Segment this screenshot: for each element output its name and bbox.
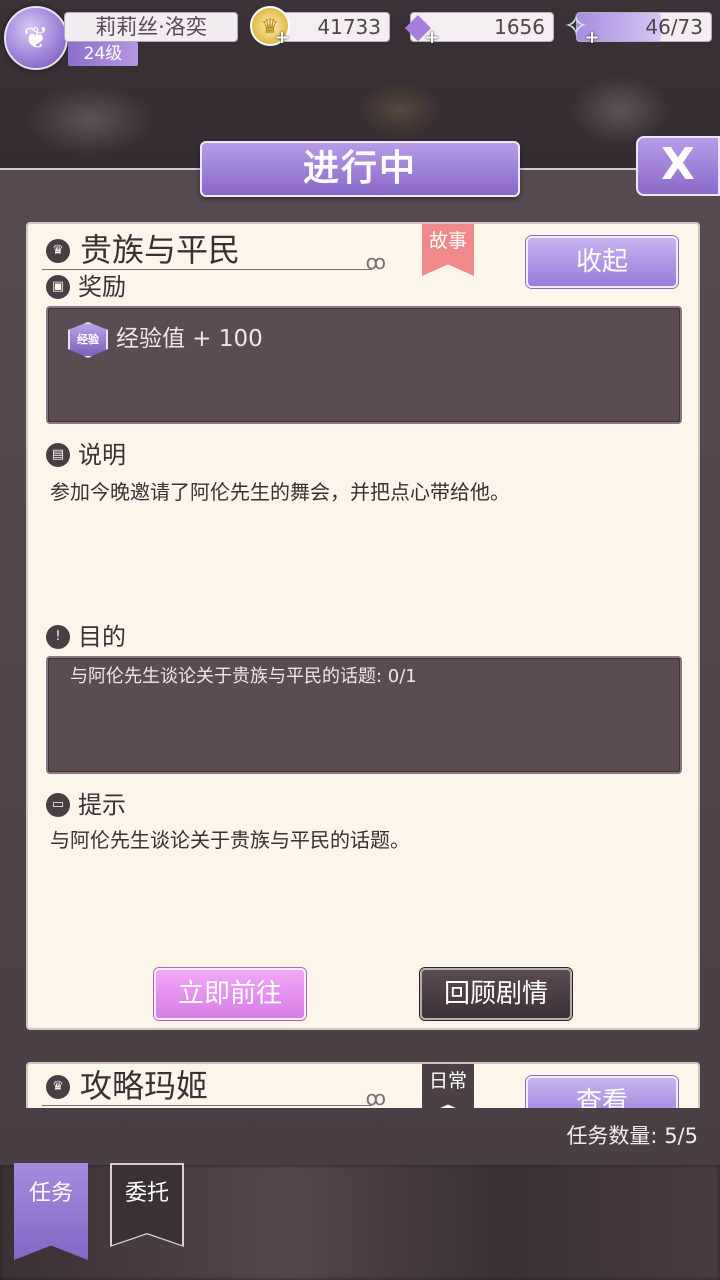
exp-badge-icon: 经验	[68, 322, 108, 358]
task-count: 任务数量: 5/5	[566, 1124, 698, 1148]
close-button[interactable]: X	[636, 136, 720, 196]
stamina-value: 46/73	[645, 15, 703, 39]
avatar[interactable]: ❦	[4, 6, 68, 70]
goal-text: 与阿伦先生谈论关于贵族与平民的话题: 0/1	[70, 666, 417, 687]
story-tag: 故事	[422, 224, 474, 276]
book-icon: ▤	[46, 443, 70, 467]
gift-icon: ▣	[46, 275, 70, 299]
reward-box: 经验 经验值 + 100	[46, 306, 682, 424]
quest-title-row: ♛ 贵族与平民 ꝏ	[42, 230, 386, 274]
review-story-button[interactable]: 回顾剧情	[420, 968, 572, 1020]
add-stamina-button[interactable]: +	[584, 29, 600, 47]
hint-text: 与阿伦先生谈论关于贵族与平民的话题。	[50, 828, 410, 852]
diamond-value: 1656	[494, 15, 545, 39]
close-icon: X	[661, 139, 695, 190]
crown-icon: ♛	[46, 239, 70, 263]
description-header-label: 说明	[78, 441, 126, 469]
player-level: 24级	[68, 42, 138, 66]
add-diamond-button[interactable]: +	[424, 29, 440, 47]
quest2-title: 攻略玛姬	[80, 1067, 209, 1105]
goal-header-label: 目的	[78, 623, 126, 651]
background-bottom	[0, 1165, 720, 1280]
goal-box: 与阿伦先生谈论关于贵族与平民的话题: 0/1	[46, 656, 682, 774]
hint-header-label: 提示	[78, 791, 126, 819]
tab-tasks[interactable]: 任务	[14, 1163, 88, 1260]
tab-commission[interactable]: 委托	[112, 1165, 182, 1245]
panel-title: 进行中	[200, 141, 520, 197]
quest-card-2-body: ♛ 攻略玛姬 ꝏ 日常 查看	[26, 1062, 700, 1108]
quest-card: ♛ 贵族与平民 ꝏ 故事 收起 ▣ 奖励 经验 经验值 + 100 ▤ 说明 参…	[26, 222, 700, 1030]
reward-header-label: 奖励	[78, 273, 126, 301]
swirl-ornament: ꝏ	[365, 1086, 386, 1108]
view-button[interactable]: 查看	[526, 1076, 678, 1108]
player-name: 莉莉丝·洛奕	[64, 12, 238, 42]
quest2-title-row: ♛ 攻略玛姬 ꝏ	[42, 1066, 386, 1108]
description-text: 参加今晚邀请了阿伦先生的舞会，并把点心带给他。	[50, 480, 510, 504]
top-bar: ❦ 莉莉丝·洛奕 24级 41733 ♛ + 1656 ◆ + 46/73 ✧ …	[0, 0, 720, 80]
collapse-button[interactable]: 收起	[526, 236, 678, 288]
quest-title: 贵族与平民	[80, 231, 241, 269]
daily-tag: 日常	[422, 1064, 474, 1108]
quest-card-2: ♛ 攻略玛姬 ꝏ 日常 查看	[26, 1062, 700, 1108]
add-gold-button[interactable]: +	[274, 29, 290, 47]
crown-icon: ♛	[46, 1075, 70, 1099]
go-now-button[interactable]: 立即前往	[154, 968, 306, 1020]
wings-icon: ❦	[23, 20, 49, 56]
swirl-ornament: ꝏ	[365, 250, 386, 274]
exclamation-icon: !	[46, 625, 70, 649]
note-icon: ▭	[46, 793, 70, 817]
gold-value: 41733	[317, 15, 381, 39]
reward-text: 经验值 + 100	[116, 326, 263, 352]
